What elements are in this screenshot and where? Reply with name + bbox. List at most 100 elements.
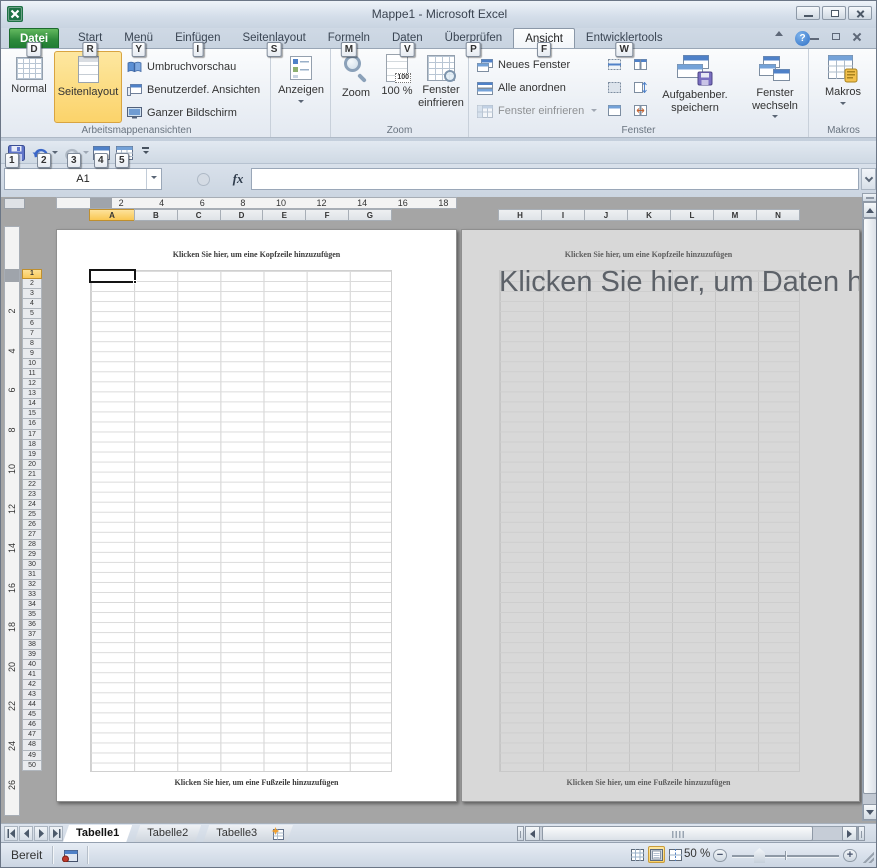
switch-windows-button[interactable]: Fenster wechseln: [745, 51, 805, 123]
tab-entwicklertools[interactable]: EntwicklertoolsW: [575, 28, 674, 48]
row-header-40[interactable]: 40: [22, 660, 42, 670]
save-workspace-button[interactable]: Aufgabenber. speichern: [653, 51, 737, 123]
row-header-38[interactable]: 38: [22, 640, 42, 650]
record-macro-button[interactable]: [59, 847, 81, 864]
file-tab[interactable]: Datei D: [9, 28, 59, 48]
footer-hint[interactable]: Klicken Sie hier, um eine Fußzeile hinzu…: [499, 778, 798, 787]
row-header-48[interactable]: 48: [22, 740, 42, 750]
row-header-1[interactable]: 1: [22, 269, 42, 279]
row-header-50[interactable]: 50: [22, 761, 42, 771]
sheet-tab-tabelle1[interactable]: Tabelle1: [63, 825, 132, 842]
row-header-3[interactable]: 3: [22, 289, 42, 299]
column-header-k[interactable]: K: [627, 209, 671, 221]
zoom-100-button[interactable]: 100 100 %: [380, 51, 414, 123]
column-header-n[interactable]: N: [756, 209, 800, 221]
freeze-panes-button[interactable]: Fenster einfrieren: [477, 101, 597, 121]
zoom-level[interactable]: 50 %: [684, 848, 710, 860]
row-header-20[interactable]: 20: [22, 460, 42, 470]
workbook-minimize-button[interactable]: [808, 31, 822, 43]
sheet-tab-tabelle2[interactable]: Tabelle2: [134, 825, 201, 842]
row-header-6[interactable]: 6: [22, 319, 42, 329]
row-header-7[interactable]: 7: [22, 329, 42, 339]
vertical-split-handle[interactable]: [863, 194, 877, 202]
row-header-10[interactable]: 10: [22, 359, 42, 369]
previous-sheet-button[interactable]: [19, 826, 33, 841]
row-header-43[interactable]: 43: [22, 690, 42, 700]
row-header-18[interactable]: 18: [22, 440, 42, 450]
column-header-l[interactable]: L: [670, 209, 714, 221]
row-header-11[interactable]: 11: [22, 369, 42, 379]
restore-button[interactable]: [822, 6, 846, 20]
row-header-35[interactable]: 35: [22, 610, 42, 620]
arrange-all-button[interactable]: Alle anordnen: [477, 78, 566, 98]
reset-window-position-button[interactable]: [631, 102, 649, 118]
custom-views-button[interactable]: Benutzerdef. Ansichten: [127, 80, 260, 100]
zoom-button[interactable]: Zoom: [334, 51, 378, 123]
tab-formeln[interactable]: FormelnM: [317, 28, 381, 48]
row-header-39[interactable]: 39: [22, 650, 42, 660]
column-header-f[interactable]: F: [305, 209, 349, 221]
workbook-close-button[interactable]: [850, 31, 864, 43]
row-header-31[interactable]: 31: [22, 570, 42, 580]
scroll-left-button[interactable]: [525, 826, 540, 841]
expand-formula-bar-button[interactable]: [861, 168, 876, 190]
tab-ansicht[interactable]: AnsichtF: [513, 28, 575, 48]
row-header-12[interactable]: 12: [22, 379, 42, 389]
page-break-preview-button[interactable]: Umbruchvorschau: [127, 57, 236, 77]
view-normal-button[interactable]: [629, 846, 646, 863]
row-header-21[interactable]: 21: [22, 470, 42, 480]
scroll-right-button[interactable]: [842, 826, 857, 841]
vertical-scrollbar-thumb[interactable]: [863, 218, 877, 794]
row-header-2[interactable]: 2: [22, 279, 42, 289]
horizontal-split-handle[interactable]: [517, 826, 524, 841]
fill-handle[interactable]: [133, 280, 137, 284]
row-header-30[interactable]: 30: [22, 560, 42, 570]
row-header-28[interactable]: 28: [22, 540, 42, 550]
normal-view-button[interactable]: Normal: [6, 51, 52, 123]
tab-einfügen[interactable]: EinfügenI: [164, 28, 231, 48]
column-header-g[interactable]: G: [348, 209, 392, 221]
row-header-44[interactable]: 44: [22, 700, 42, 710]
row-header-24[interactable]: 24: [22, 500, 42, 510]
last-sheet-button[interactable]: [49, 826, 63, 841]
macros-button[interactable]: Makros: [818, 51, 868, 123]
row-header-25[interactable]: 25: [22, 510, 42, 520]
customize-qat-button[interactable]: [139, 146, 152, 158]
view-side-by-side-button[interactable]: [631, 56, 649, 72]
row-header-26[interactable]: 26: [22, 520, 42, 530]
formula-input[interactable]: [251, 168, 859, 190]
column-header-c[interactable]: C: [177, 209, 221, 221]
tab-split-handle[interactable]: [858, 826, 865, 841]
page-layout-view-button[interactable]: Seitenlayout: [54, 51, 122, 123]
tab-menü[interactable]: MenüY: [113, 28, 164, 48]
row-header-45[interactable]: 45: [22, 710, 42, 720]
column-header-e[interactable]: E: [262, 209, 306, 221]
row-header-34[interactable]: 34: [22, 600, 42, 610]
column-header-j[interactable]: J: [584, 209, 628, 221]
hide-window-button[interactable]: [605, 79, 623, 95]
column-header-m[interactable]: M: [713, 209, 757, 221]
row-header-32[interactable]: 32: [22, 580, 42, 590]
full-screen-button[interactable]: Ganzer Bildschirm: [127, 103, 237, 123]
tab-überprüfen[interactable]: ÜberprüfenP: [434, 28, 514, 48]
horizontal-scrollbar-thumb[interactable]: [542, 826, 813, 841]
first-sheet-button[interactable]: [4, 826, 18, 841]
zoom-out-button[interactable]: −: [713, 849, 727, 862]
tab-daten[interactable]: DatenV: [381, 28, 434, 48]
row-header-29[interactable]: 29: [22, 550, 42, 560]
row-header-13[interactable]: 13: [22, 389, 42, 399]
header-hint[interactable]: Klicken Sie hier, um eine Kopfzeile hinz…: [499, 250, 798, 259]
zoom-in-button[interactable]: +: [843, 849, 857, 862]
row-header-47[interactable]: 47: [22, 730, 42, 740]
row-header-36[interactable]: 36: [22, 620, 42, 630]
name-box[interactable]: A1: [4, 168, 162, 190]
row-header-41[interactable]: 41: [22, 670, 42, 680]
view-page-layout-button[interactable]: [648, 846, 665, 863]
selected-cell-a1[interactable]: [89, 269, 136, 283]
row-header-46[interactable]: 46: [22, 720, 42, 730]
column-header-a[interactable]: A: [89, 209, 135, 221]
row-header-33[interactable]: 33: [22, 590, 42, 600]
row-header-37[interactable]: 37: [22, 630, 42, 640]
zoom-slider-thumb[interactable]: [754, 848, 765, 863]
collapse-ribbon-button[interactable]: [775, 31, 783, 36]
